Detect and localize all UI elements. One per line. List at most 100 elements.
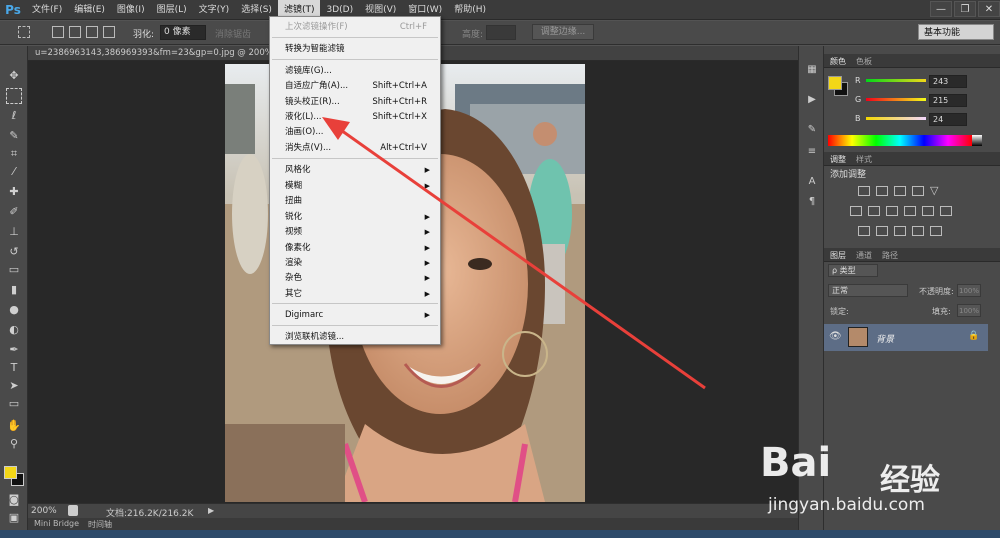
levels-icon[interactable]: [876, 186, 888, 196]
gradient-map-icon[interactable]: [912, 226, 924, 236]
menu-last-filter[interactable]: 上次滤镜操作(F) Ctrl+F: [285, 20, 430, 34]
hand-tool-icon[interactable]: ✋: [6, 418, 22, 434]
tab-adjustments[interactable]: 调整: [830, 154, 846, 165]
status-arrow-icon[interactable]: ▶: [208, 506, 214, 515]
tab-timeline[interactable]: 时间轴: [88, 519, 112, 530]
menu-vanishing-point[interactable]: 消失点(V)... Alt+Ctrl+V: [285, 141, 430, 155]
fill-input[interactable]: 100%: [957, 304, 981, 317]
clone-source-icon[interactable]: ≡: [804, 146, 820, 160]
marquee-tool-icon[interactable]: [18, 26, 30, 38]
color-spectrum-bw[interactable]: [972, 135, 982, 146]
vibrance-icon[interactable]: ▽: [930, 185, 942, 196]
layer-row-background[interactable]: 👁 背景 🔒: [824, 324, 988, 351]
gradient-tool-icon[interactable]: ▮: [6, 282, 22, 298]
foreground-color-swatch[interactable]: [4, 466, 17, 479]
menu-filter-gallery[interactable]: 滤镜库(G)...: [285, 64, 430, 78]
character-panel-icon[interactable]: A: [804, 176, 820, 190]
red-slider[interactable]: [866, 79, 926, 82]
lasso-tool-icon[interactable]: ℓ: [6, 108, 22, 124]
tab-color[interactable]: 颜色: [830, 56, 846, 67]
tab-styles[interactable]: 样式: [856, 154, 872, 165]
stamp-tool-icon[interactable]: ⊥: [6, 224, 22, 240]
rectangle-tool-icon[interactable]: ▭: [6, 396, 22, 412]
add-selection-icon[interactable]: [69, 26, 81, 38]
layer-filter-select[interactable]: ρ 类型: [828, 264, 878, 277]
layer-name[interactable]: 背景: [876, 332, 894, 345]
color-lookup-icon[interactable]: [940, 206, 952, 216]
green-slider[interactable]: [866, 98, 926, 101]
zoom-tool-icon[interactable]: ⚲: [6, 436, 22, 452]
menu-file[interactable]: 文件(F): [26, 0, 68, 20]
blur-tool-icon[interactable]: ●: [6, 302, 22, 318]
feather-input[interactable]: 0 像素: [160, 25, 206, 40]
tab-swatches[interactable]: 色板: [856, 56, 872, 67]
menu-help[interactable]: 帮助(H): [448, 0, 492, 20]
actions-panel-icon[interactable]: ▶: [804, 94, 820, 108]
menu-sharpen[interactable]: 锐化 ▶: [285, 210, 430, 224]
menu-render[interactable]: 渲染 ▶: [285, 256, 430, 270]
blend-mode-select[interactable]: 正常: [828, 284, 908, 297]
photo-filter-icon[interactable]: [904, 206, 916, 216]
pen-tool-icon[interactable]: ✒: [6, 342, 22, 358]
height-input[interactable]: [486, 25, 516, 40]
restore-button[interactable]: ❐: [954, 1, 976, 17]
dodge-tool-icon[interactable]: ◐: [6, 322, 22, 338]
blue-slider[interactable]: [866, 117, 926, 120]
type-tool-icon[interactable]: T: [6, 360, 22, 376]
brush-tool-icon[interactable]: ✐: [6, 204, 22, 220]
color-balance-icon[interactable]: [868, 206, 880, 216]
green-value[interactable]: 215: [929, 94, 967, 107]
antialias-checkbox[interactable]: 消除锯齿: [215, 27, 251, 40]
workspace-select[interactable]: 基本功能: [918, 24, 994, 40]
threshold-icon[interactable]: [894, 226, 906, 236]
subtract-selection-icon[interactable]: [86, 26, 98, 38]
menu-pixelate[interactable]: 像素化 ▶: [285, 241, 430, 255]
menu-edit[interactable]: 编辑(E): [68, 0, 111, 20]
history-panel-icon[interactable]: ▦: [804, 64, 820, 78]
menu-image[interactable]: 图像(I): [111, 0, 151, 20]
exposure-icon[interactable]: [912, 186, 924, 196]
doc-info-icon[interactable]: [68, 505, 78, 516]
eyedropper-icon[interactable]: ⁄: [6, 164, 22, 180]
quick-mask-icon[interactable]: ◙: [6, 492, 22, 508]
visibility-eye-icon[interactable]: 👁: [829, 331, 842, 342]
color-fg-swatch[interactable]: [828, 76, 842, 90]
red-value[interactable]: 243: [929, 75, 967, 88]
menu-video[interactable]: 视频 ▶: [285, 225, 430, 239]
menu-convert-smart-filter[interactable]: 转换为智能滤镜: [285, 42, 430, 56]
intersect-selection-icon[interactable]: [103, 26, 115, 38]
posterize-icon[interactable]: [876, 226, 888, 236]
menu-stylize[interactable]: 风格化 ▶: [285, 163, 430, 177]
marquee-tool-icon[interactable]: [6, 88, 22, 104]
curves-icon[interactable]: [894, 186, 906, 196]
menu-distort[interactable]: 扭曲: [285, 194, 430, 208]
color-spectrum[interactable]: [828, 135, 972, 146]
menu-browse-online-filters[interactable]: 浏览联机滤镜...: [285, 330, 430, 344]
tab-paths[interactable]: 路径: [882, 250, 898, 261]
menu-adaptive-wide-angle[interactable]: 自适应广角(A)... Shift+Ctrl+A: [285, 79, 430, 93]
brush-panel-icon[interactable]: ✎: [804, 124, 820, 138]
screen-mode-icon[interactable]: ▣: [6, 510, 22, 526]
history-brush-icon[interactable]: ↺: [6, 244, 22, 260]
quick-select-icon[interactable]: ✎: [6, 128, 22, 144]
healing-brush-icon[interactable]: ✚: [6, 184, 22, 200]
invert-icon[interactable]: [858, 226, 870, 236]
eraser-icon[interactable]: ▭: [6, 262, 22, 278]
menu-layer[interactable]: 图层(L): [151, 0, 193, 20]
close-button[interactable]: ✕: [978, 1, 1000, 17]
menu-digimarc[interactable]: Digimarc ▶: [285, 308, 430, 322]
tab-mini-bridge[interactable]: Mini Bridge: [34, 519, 79, 528]
menu-blur[interactable]: 模糊 ▶: [285, 179, 430, 193]
menu-type[interactable]: 文字(Y): [193, 0, 236, 20]
menu-other[interactable]: 其它 ▶: [285, 287, 430, 301]
move-tool-icon[interactable]: ✥: [6, 68, 22, 84]
black-white-icon[interactable]: [886, 206, 898, 216]
refine-edge-button[interactable]: 调整边缘...: [532, 24, 594, 40]
zoom-level[interactable]: 200%: [31, 506, 57, 516]
tab-layers[interactable]: 图层: [830, 250, 846, 261]
crop-tool-icon[interactable]: ⌗: [6, 146, 22, 162]
tab-channels[interactable]: 通道: [856, 250, 872, 261]
menu-oil-paint[interactable]: 油画(O)...: [285, 125, 430, 139]
blue-value[interactable]: 24: [929, 113, 967, 126]
paragraph-panel-icon[interactable]: ¶: [804, 196, 820, 210]
